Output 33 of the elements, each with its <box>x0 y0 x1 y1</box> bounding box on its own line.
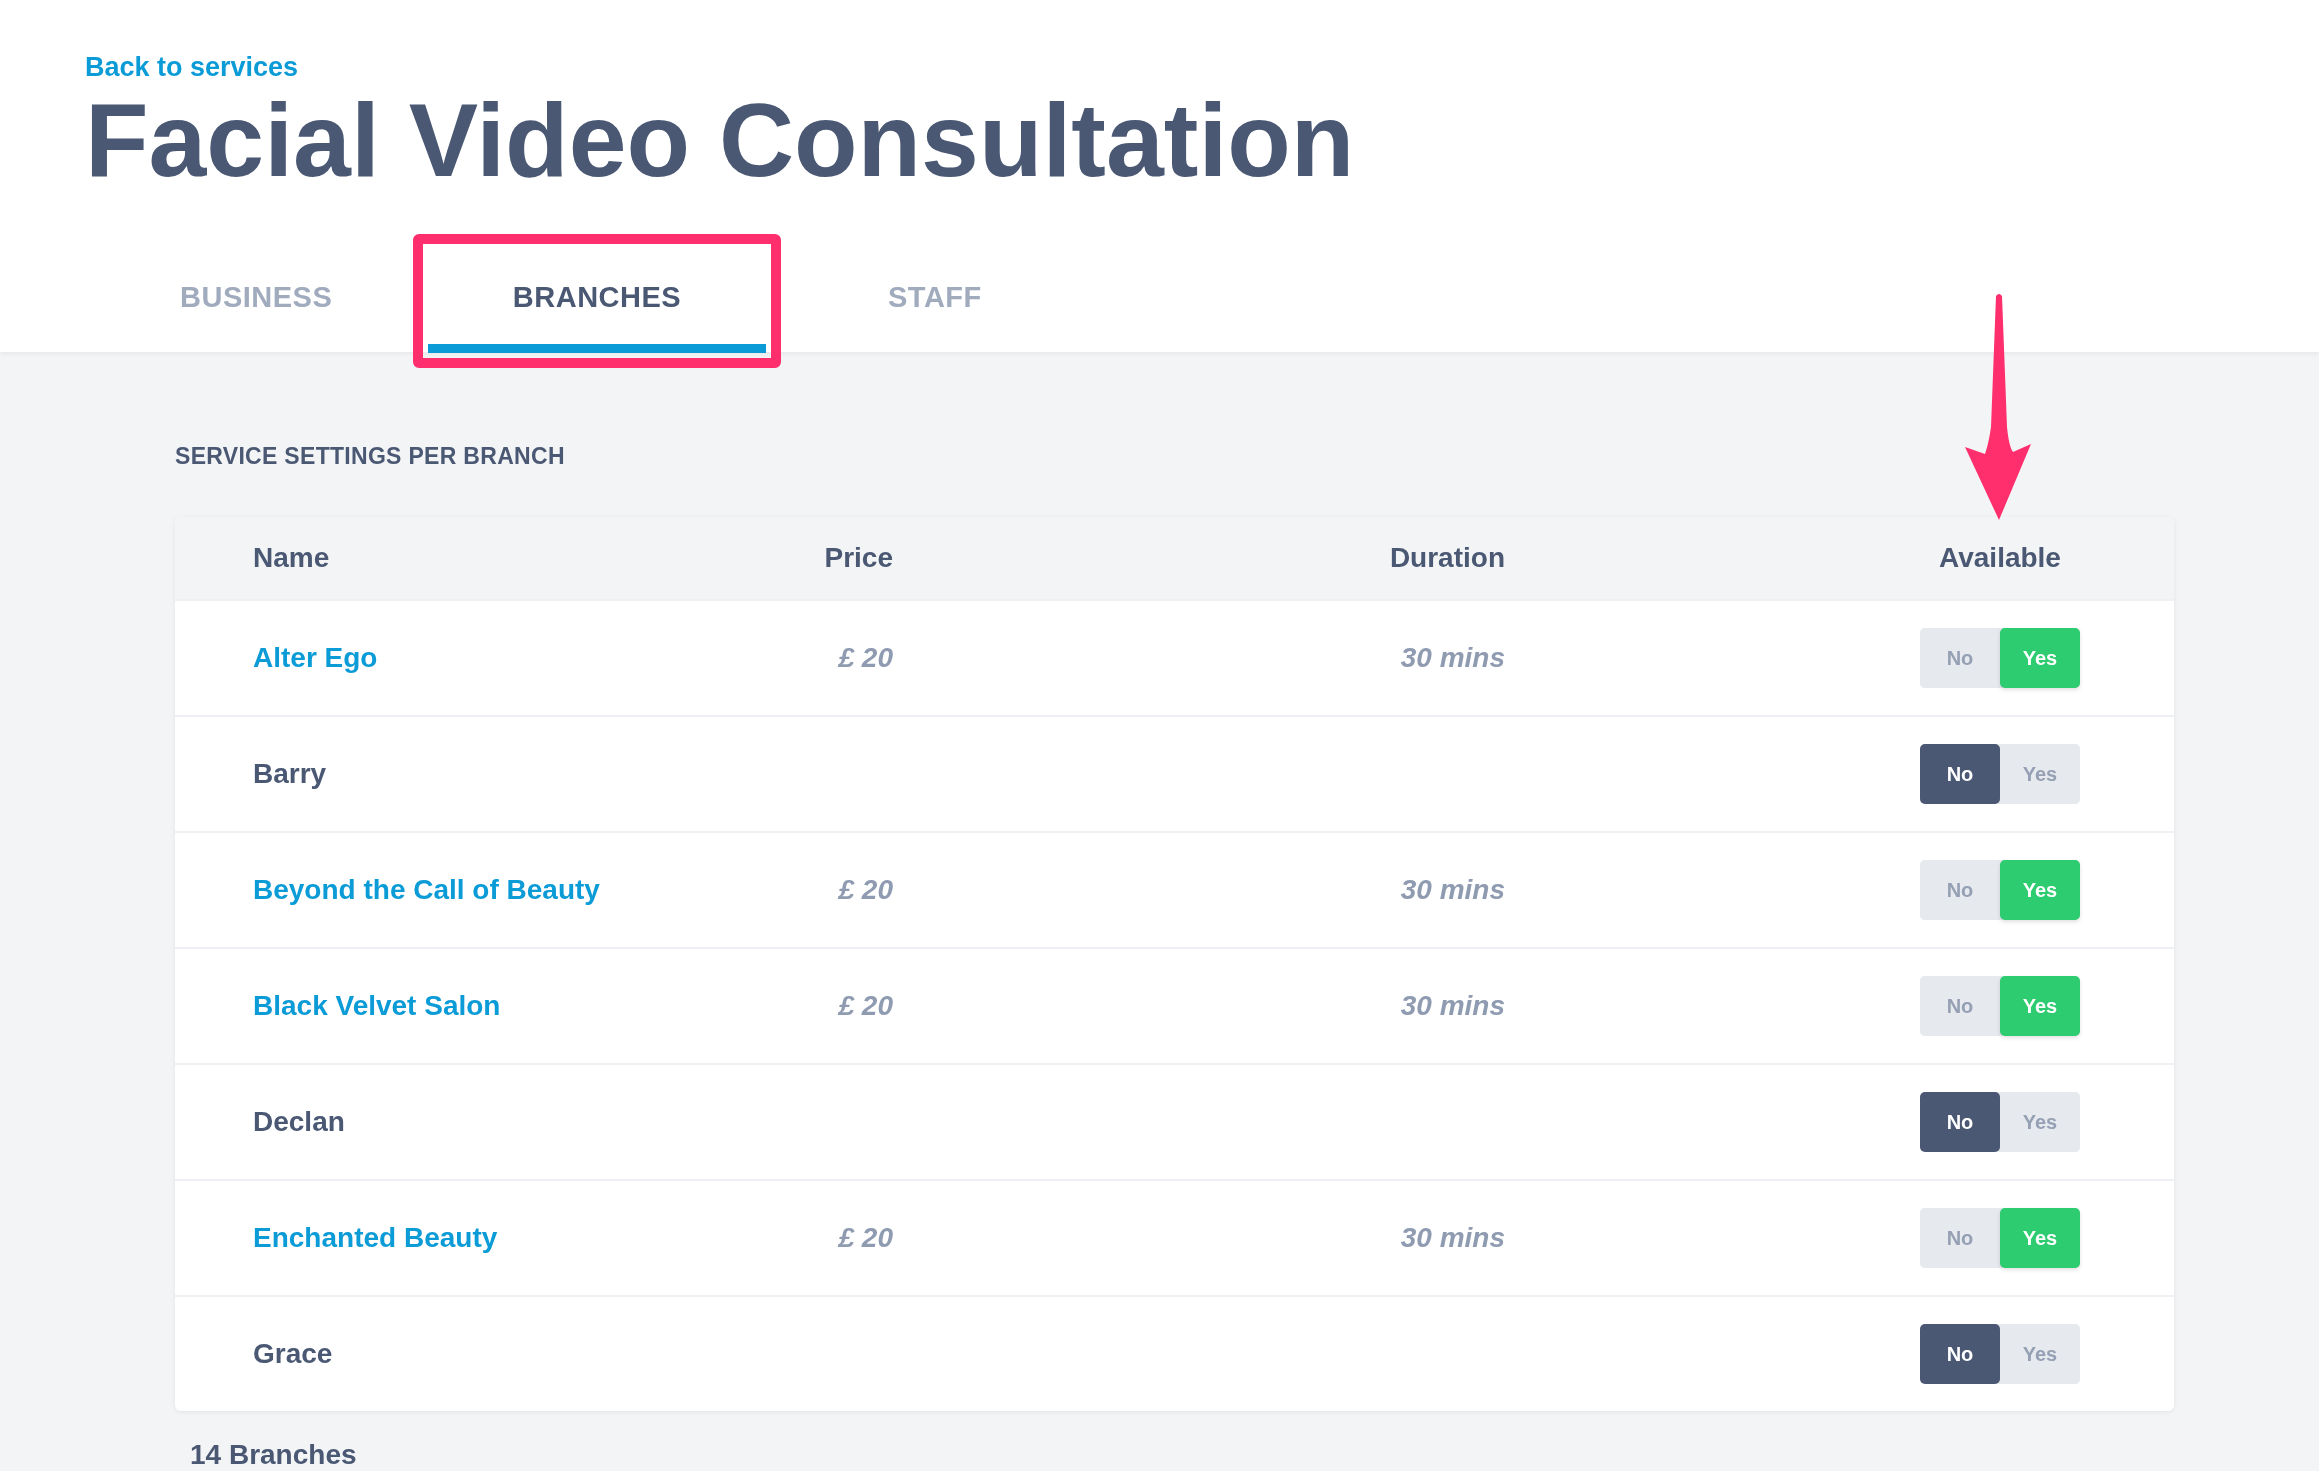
toggle-option[interactable]: No <box>1920 744 2000 804</box>
column-header: Duration <box>1388 542 1505 574</box>
branch-count: 14 Branches <box>190 1439 358 1471</box>
tab[interactable]: BUSINESS <box>180 275 428 353</box>
toggle-option[interactable]: No <box>1920 1092 2000 1152</box>
branch-name: Barry <box>253 758 327 789</box>
branch-name: Declan <box>253 1106 345 1137</box>
price-cell: £ 20 <box>838 990 893 1021</box>
section-title: SERVICE SETTINGS PER BRANCH <box>175 442 566 471</box>
branch-link[interactable]: Beyond the Call of Beauty <box>253 874 600 905</box>
duration-cell: 30 mins <box>1400 874 1505 905</box>
toggle-option[interactable]: No <box>1920 1324 2000 1384</box>
toggle-option[interactable]: Yes <box>2000 1208 2080 1268</box>
branch-name: Grace <box>253 1338 333 1369</box>
column-header: Name <box>253 542 331 574</box>
price-cell: £ 20 <box>838 1222 893 1253</box>
duration-cell: 30 mins <box>1400 642 1505 673</box>
toggle-option[interactable]: Yes <box>2000 628 2080 688</box>
back-link[interactable]: Back to services <box>85 52 299 83</box>
tab[interactable]: STAFF <box>766 275 982 353</box>
branch-link[interactable]: Enchanted Beauty <box>253 1222 498 1253</box>
price-cell: £ 20 <box>838 642 893 673</box>
tab[interactable]: BRANCHES <box>428 275 766 353</box>
duration-cell: 30 mins <box>1400 1222 1505 1253</box>
duration-cell: 30 mins <box>1400 990 1505 1021</box>
page-title: Facial Video Consultation <box>85 85 1356 195</box>
toggle-option[interactable]: Yes <box>2000 976 2080 1036</box>
price-cell: £ 20 <box>838 874 893 905</box>
branch-link[interactable]: Alter Ego <box>253 642 378 673</box>
column-header: Available <box>1938 542 2062 574</box>
branch-link[interactable]: Black Velvet Salon <box>253 990 501 1021</box>
column-header: Price <box>823 542 893 574</box>
toggle-option[interactable]: Yes <box>2000 860 2080 920</box>
